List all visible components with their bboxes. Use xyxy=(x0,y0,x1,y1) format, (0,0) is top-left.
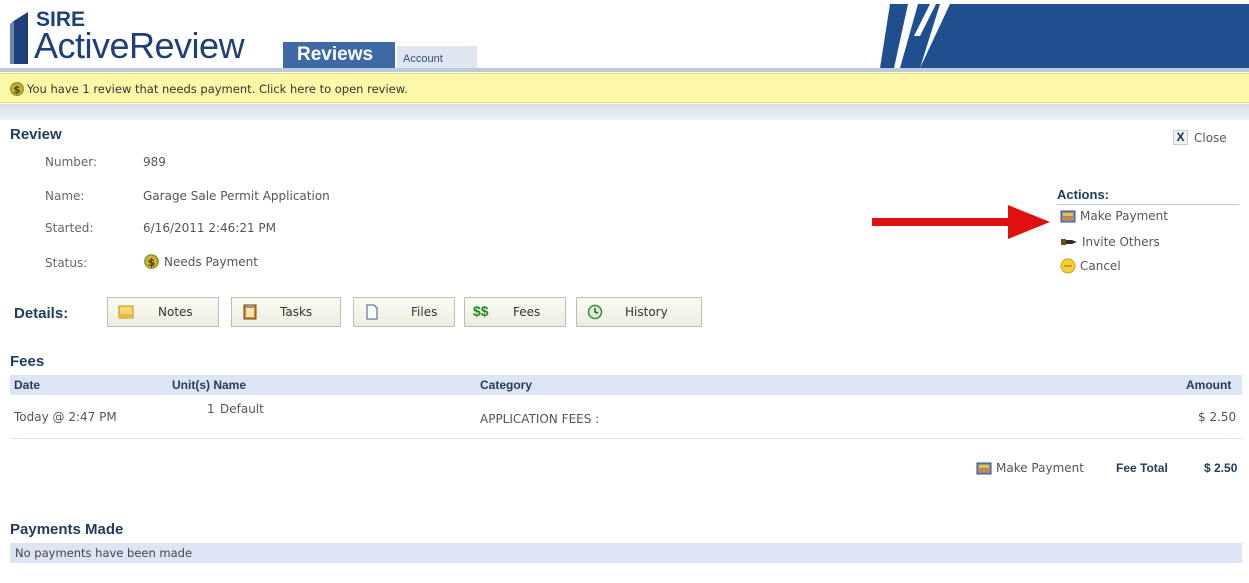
fee-name: Default xyxy=(220,402,264,416)
name-label: Name: xyxy=(45,189,85,203)
files-icon xyxy=(366,304,378,320)
fees-label[interactable]: Fees xyxy=(513,305,540,319)
number-value: 989 xyxy=(143,155,166,169)
header-divider xyxy=(0,68,1249,72)
red-arrow-annotation xyxy=(872,205,1050,239)
files-button[interactable]: Files xyxy=(353,297,455,327)
dollar-coin-icon: $ xyxy=(10,82,24,96)
needs-payment-icon: $ xyxy=(144,254,159,269)
invite-others-label[interactable]: Invite Others xyxy=(1082,235,1160,249)
fee-date: Today @ 2:47 PM xyxy=(14,410,117,424)
fees-make-payment-label[interactable]: Make Payment xyxy=(996,461,1084,475)
col-category: Category xyxy=(480,378,533,392)
section-spacer xyxy=(0,104,1249,120)
svg-text:$: $ xyxy=(14,85,21,96)
actions-title: Actions: xyxy=(1057,187,1109,202)
payments-section-title: Payments Made xyxy=(10,521,124,538)
notes-icon xyxy=(118,305,134,319)
notes-label[interactable]: Notes xyxy=(158,305,193,319)
logo-activereview: ActiveReview xyxy=(34,25,245,66)
close-button[interactable]: X Close xyxy=(1173,130,1227,145)
close-label[interactable]: Close xyxy=(1194,131,1227,145)
history-label[interactable]: History xyxy=(625,305,668,319)
col-units-name: Unit(s) Name xyxy=(172,378,247,392)
payment-notice-text[interactable]: You have 1 review that needs payment. Cl… xyxy=(27,82,408,96)
fees-section-title: Fees xyxy=(10,353,45,370)
payments-empty-row: No payments have been made xyxy=(10,543,1242,563)
status-text: Needs Payment xyxy=(164,254,258,269)
fee-total-label: Fee Total xyxy=(1116,461,1168,475)
fee-units: 1 xyxy=(207,402,215,416)
invite-hand-icon xyxy=(1061,239,1077,245)
svg-text:$: $ xyxy=(148,256,155,269)
app-header: SIRE ActiveReview Reviews Account xyxy=(0,0,1249,72)
review-section-title: Review xyxy=(10,126,62,143)
started-value: 6/16/2011 2:46:21 PM xyxy=(143,221,277,235)
tasks-label[interactable]: Tasks xyxy=(280,305,312,319)
col-date: Date xyxy=(14,378,41,392)
payment-register-icon xyxy=(1060,210,1076,223)
fee-amount: $ 2.50 xyxy=(1198,410,1237,424)
tasks-button[interactable]: Tasks xyxy=(231,297,341,327)
close-icon[interactable]: X xyxy=(1173,130,1188,145)
make-payment-action[interactable]: Make Payment xyxy=(1060,208,1168,224)
make-payment-label[interactable]: Make Payment xyxy=(1080,209,1168,223)
started-label: Started: xyxy=(45,221,94,235)
files-label[interactable]: Files xyxy=(411,305,437,319)
tasks-icon xyxy=(243,304,257,320)
cancel-label[interactable]: Cancel xyxy=(1080,259,1121,273)
status-label: Status: xyxy=(45,256,88,270)
invite-others-action[interactable]: Invite Others xyxy=(1060,235,1160,249)
fees-table-header: Date Unit(s) Name Category Amount xyxy=(10,375,1242,395)
payment-notice-bar[interactable]: $ You have 1 review that needs payment. … xyxy=(0,73,1249,103)
fee-category: APPLICATION FEES : xyxy=(480,412,600,426)
notes-button[interactable]: Notes xyxy=(107,297,219,327)
history-button[interactable]: History xyxy=(576,297,702,327)
header-swoosh-graphic xyxy=(880,4,1249,68)
cancel-icon xyxy=(1060,258,1076,274)
fees-make-payment-link[interactable]: Make Payment xyxy=(976,460,1084,476)
number-label: Number: xyxy=(45,155,98,169)
logo-mark-icon xyxy=(10,12,28,64)
actions-divider xyxy=(1057,204,1239,205)
cancel-action[interactable]: Cancel xyxy=(1060,258,1121,274)
fee-total-value: $ 2.50 xyxy=(1204,461,1238,475)
details-label: Details: xyxy=(14,305,69,322)
history-clock-icon xyxy=(587,304,603,320)
payments-empty-text: No payments have been made xyxy=(15,546,193,560)
fees-dollar-icon: $$ xyxy=(473,303,489,319)
name-value: Garage Sale Permit Application xyxy=(143,189,330,203)
table-row: Today @ 2:47 PM 1 Default APPLICATION FE… xyxy=(10,397,1242,439)
status-value: $ Needs Payment xyxy=(143,253,258,270)
payment-register-icon xyxy=(976,462,992,475)
fees-button[interactable]: $$ Fees xyxy=(464,297,566,327)
col-amount: Amount xyxy=(1186,378,1232,392)
